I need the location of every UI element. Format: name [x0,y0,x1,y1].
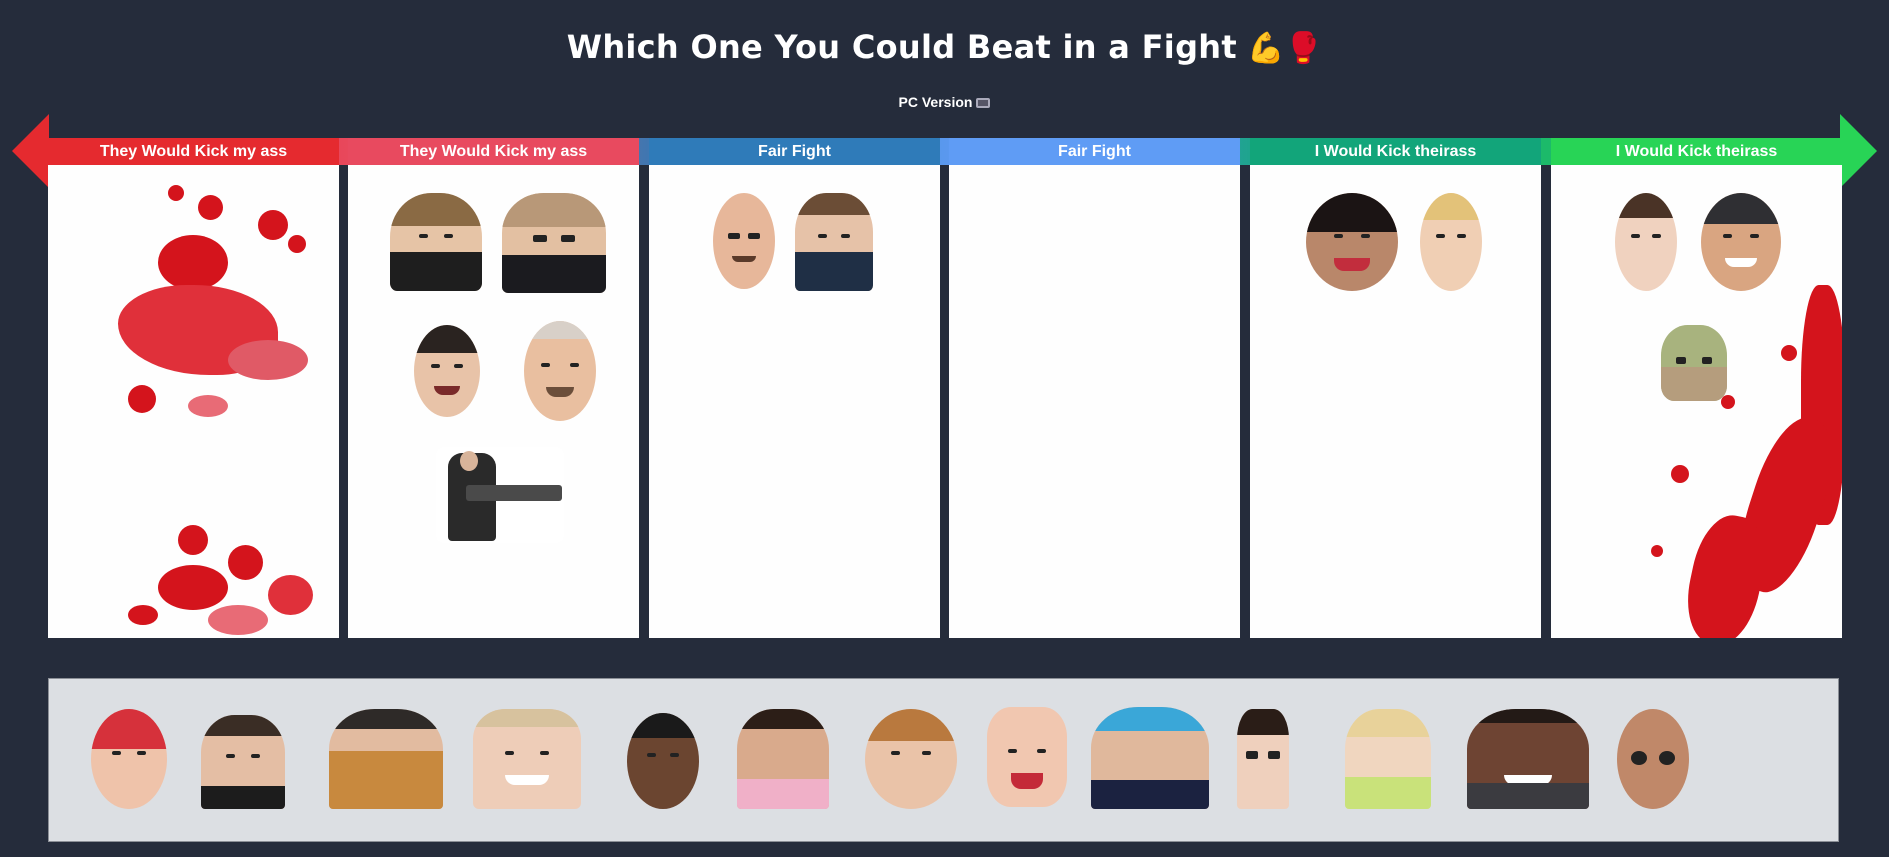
monitor-icon [976,98,991,108]
character-card[interactable] [1617,709,1689,809]
character-card[interactable] [502,193,606,293]
unranked-pool[interactable] [48,678,1839,842]
character-card[interactable] [1615,193,1677,291]
tier-header-6: I Would Kick theirass [1551,138,1842,165]
title-emoji: 💪🥊 [1246,31,1323,66]
character-card[interactable] [737,709,829,809]
character-card[interactable] [1420,193,1482,291]
character-card[interactable] [795,193,873,291]
tier-header-4: Fair Fight [949,138,1240,165]
tier-column-4[interactable]: Fair Fight [949,138,1240,638]
page-title: Which One You Could Beat in a Fight 💪🥊 [0,28,1889,66]
tier-dropzone-5[interactable] [1250,165,1541,638]
character-card[interactable] [1237,709,1289,809]
character-card[interactable] [1306,193,1398,291]
character-card[interactable] [713,193,775,289]
tier-dropzone-4[interactable] [949,165,1240,638]
arrow-left-icon [12,114,49,188]
tier-column-1[interactable]: They Would Kick my ass [48,138,339,638]
character-card[interactable] [414,325,480,417]
subtitle: PC Version [0,94,1889,110]
tier-dropzone-1[interactable] [48,165,339,638]
character-card[interactable] [201,715,285,809]
subtitle-text: PC Version [898,94,973,110]
character-card[interactable] [627,713,699,809]
character-card[interactable] [524,321,596,421]
character-card[interactable] [1345,709,1431,809]
tier-header-1: They Would Kick my ass [48,138,339,165]
title-text: Which One You Could Beat in a Fight [566,28,1237,66]
tier-header-5: I Would Kick theirass [1250,138,1541,165]
tier-header-2: They Would Kick my ass [348,138,639,165]
character-card[interactable] [987,707,1067,807]
character-card[interactable] [1467,709,1589,809]
character-card[interactable] [1091,707,1209,809]
tier-header-3: Fair Fight [649,138,940,165]
tier-column-6[interactable]: I Would Kick theirass [1551,138,1842,638]
tier-column-2[interactable]: They Would Kick my ass [348,138,639,638]
tier-dropzone-6[interactable] [1551,165,1842,638]
tier-column-3[interactable]: Fair Fight [649,138,940,638]
character-card[interactable] [390,193,482,291]
character-card[interactable] [865,709,957,809]
character-card[interactable] [1701,193,1781,291]
tier-dropzone-3[interactable] [649,165,940,638]
character-card[interactable] [1661,325,1727,401]
character-card[interactable] [473,709,581,809]
character-card[interactable] [329,709,443,809]
arrow-right-icon [1840,114,1877,188]
tier-dropzone-2[interactable] [348,165,639,638]
character-card[interactable] [436,447,564,543]
tier-column-5[interactable]: I Would Kick theirass [1250,138,1541,638]
character-card[interactable] [91,709,167,809]
